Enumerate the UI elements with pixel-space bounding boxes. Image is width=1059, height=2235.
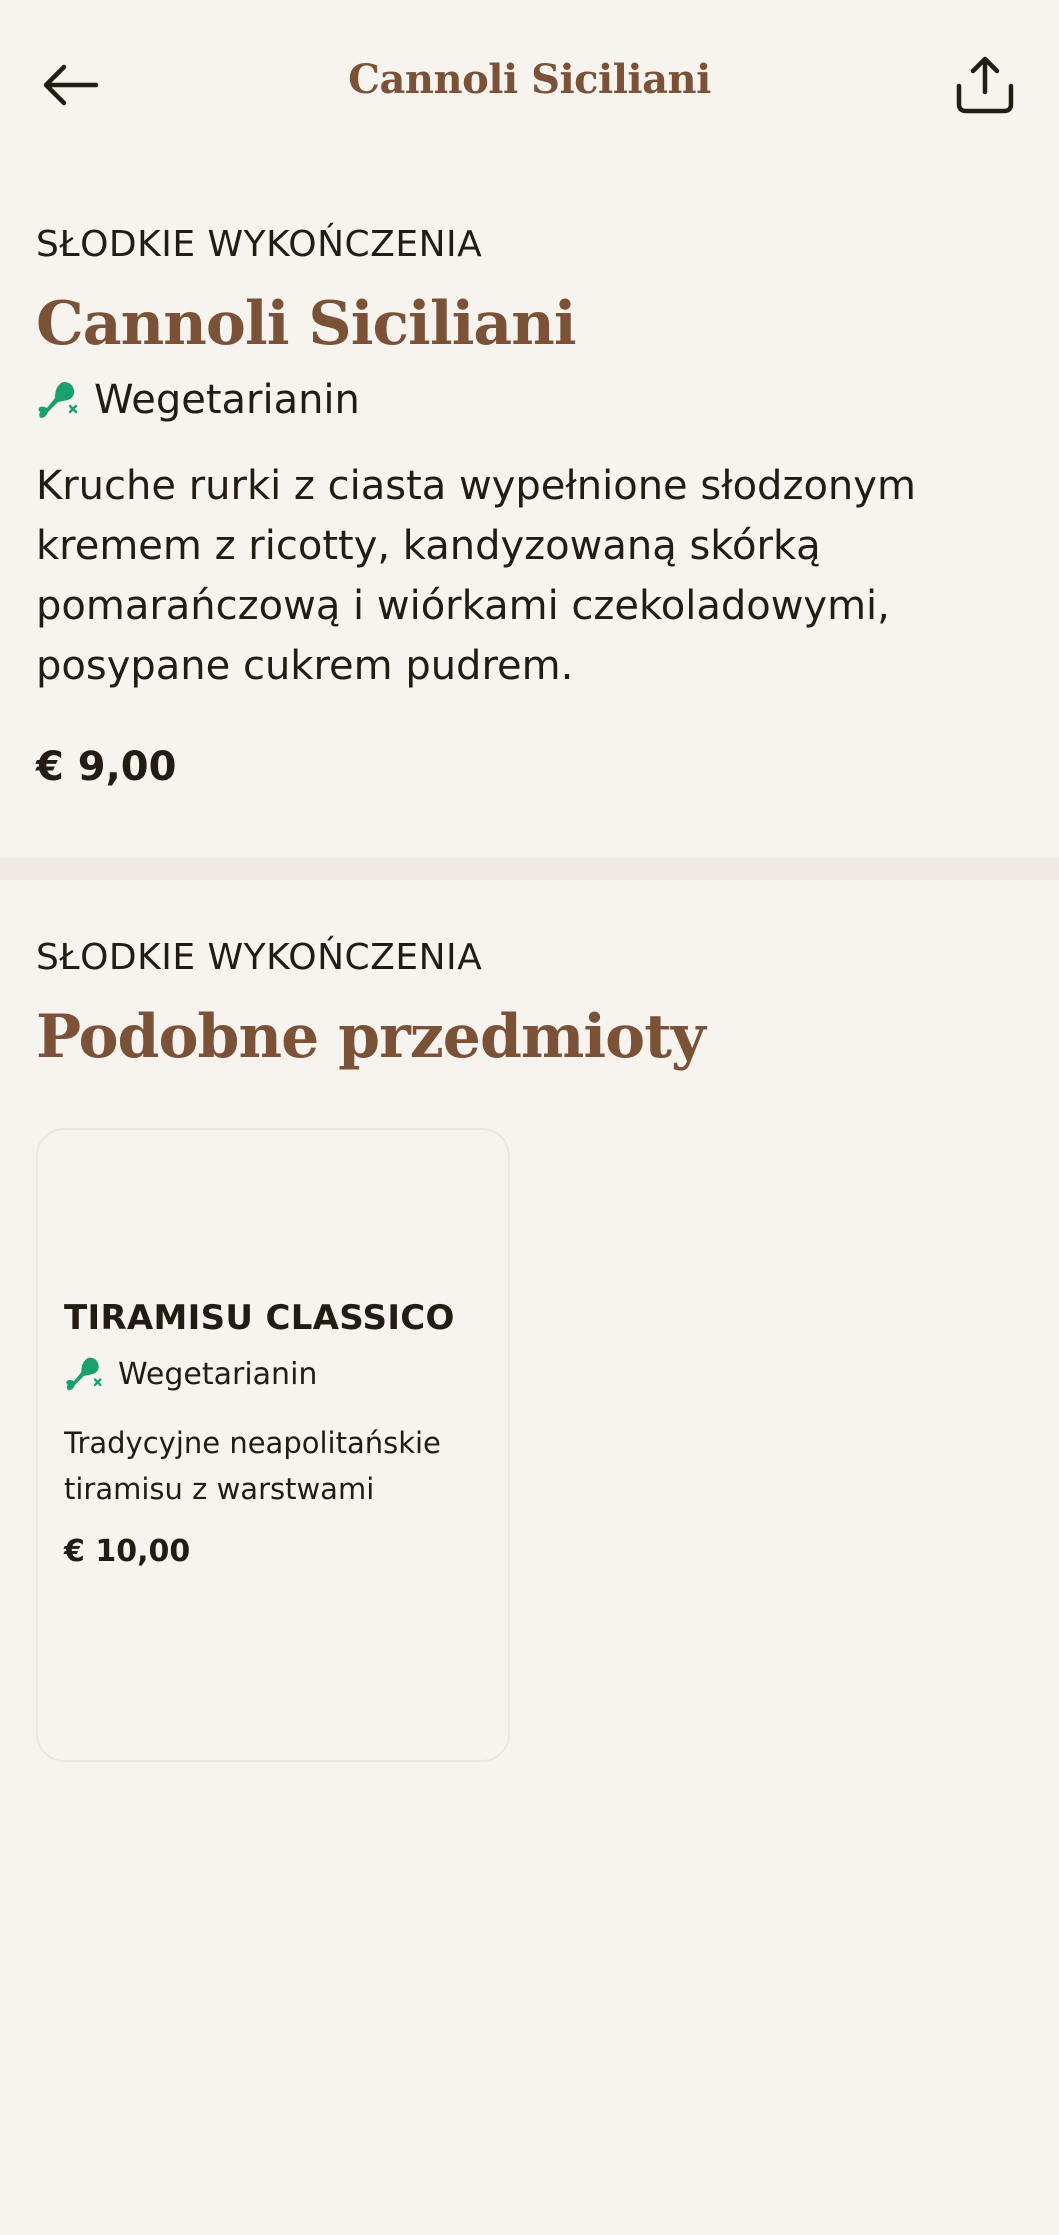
item-description: Kruche rurki z ciasta wypełnione słodzon… [36, 463, 916, 689]
card-content: TIRAMISU CLASSICO Wegetarianin Tradycyjn… [64, 1298, 484, 1569]
similar-category: SŁODKIE WYKOŃCZENIA [36, 937, 483, 978]
diet-badge: Wegetarianin [36, 372, 1026, 428]
card-item-name: TIRAMISU CLASSICO [64, 1298, 455, 1338]
vegetarian-leg-icon [38, 382, 78, 418]
share-button[interactable] [945, 45, 1025, 125]
item-name: Cannoli Siciliani [36, 289, 577, 359]
card-diet-label: Wegetarianin [118, 1356, 318, 1392]
card-price: € 10,00 [64, 1534, 191, 1569]
item-details: SŁODKIE WYKOŃCZENIA Cannoli Siciliani We… [36, 220, 1026, 790]
vegetarian-leg-icon [66, 1357, 102, 1391]
share-icon [956, 56, 1014, 114]
section-divider [0, 858, 1059, 880]
similar-title: Podobne przedmioty [36, 1002, 706, 1072]
page: Cannoli Siciliani SŁODKIE WYKOŃCZENIA Ca… [0, 0, 1059, 2235]
similar-items-section: SŁODKIE WYKOŃCZENIA Podobne przedmioty [36, 933, 1026, 1075]
similar-item-card[interactable]: TIRAMISU CLASSICO Wegetarianin Tradycyjn… [36, 1128, 510, 1762]
card-diet-badge: Wegetarianin [64, 1354, 484, 1394]
diet-label: Wegetarianin [94, 377, 360, 423]
header-title: Cannoli Siciliani [348, 56, 711, 103]
header-bar: Cannoli Siciliani [0, 0, 1059, 170]
card-description: Tradycyjne neapolitańskie tiramisu z war… [64, 1426, 441, 1506]
item-price: € 9,00 [36, 744, 177, 790]
item-category: SŁODKIE WYKOŃCZENIA [36, 224, 483, 265]
